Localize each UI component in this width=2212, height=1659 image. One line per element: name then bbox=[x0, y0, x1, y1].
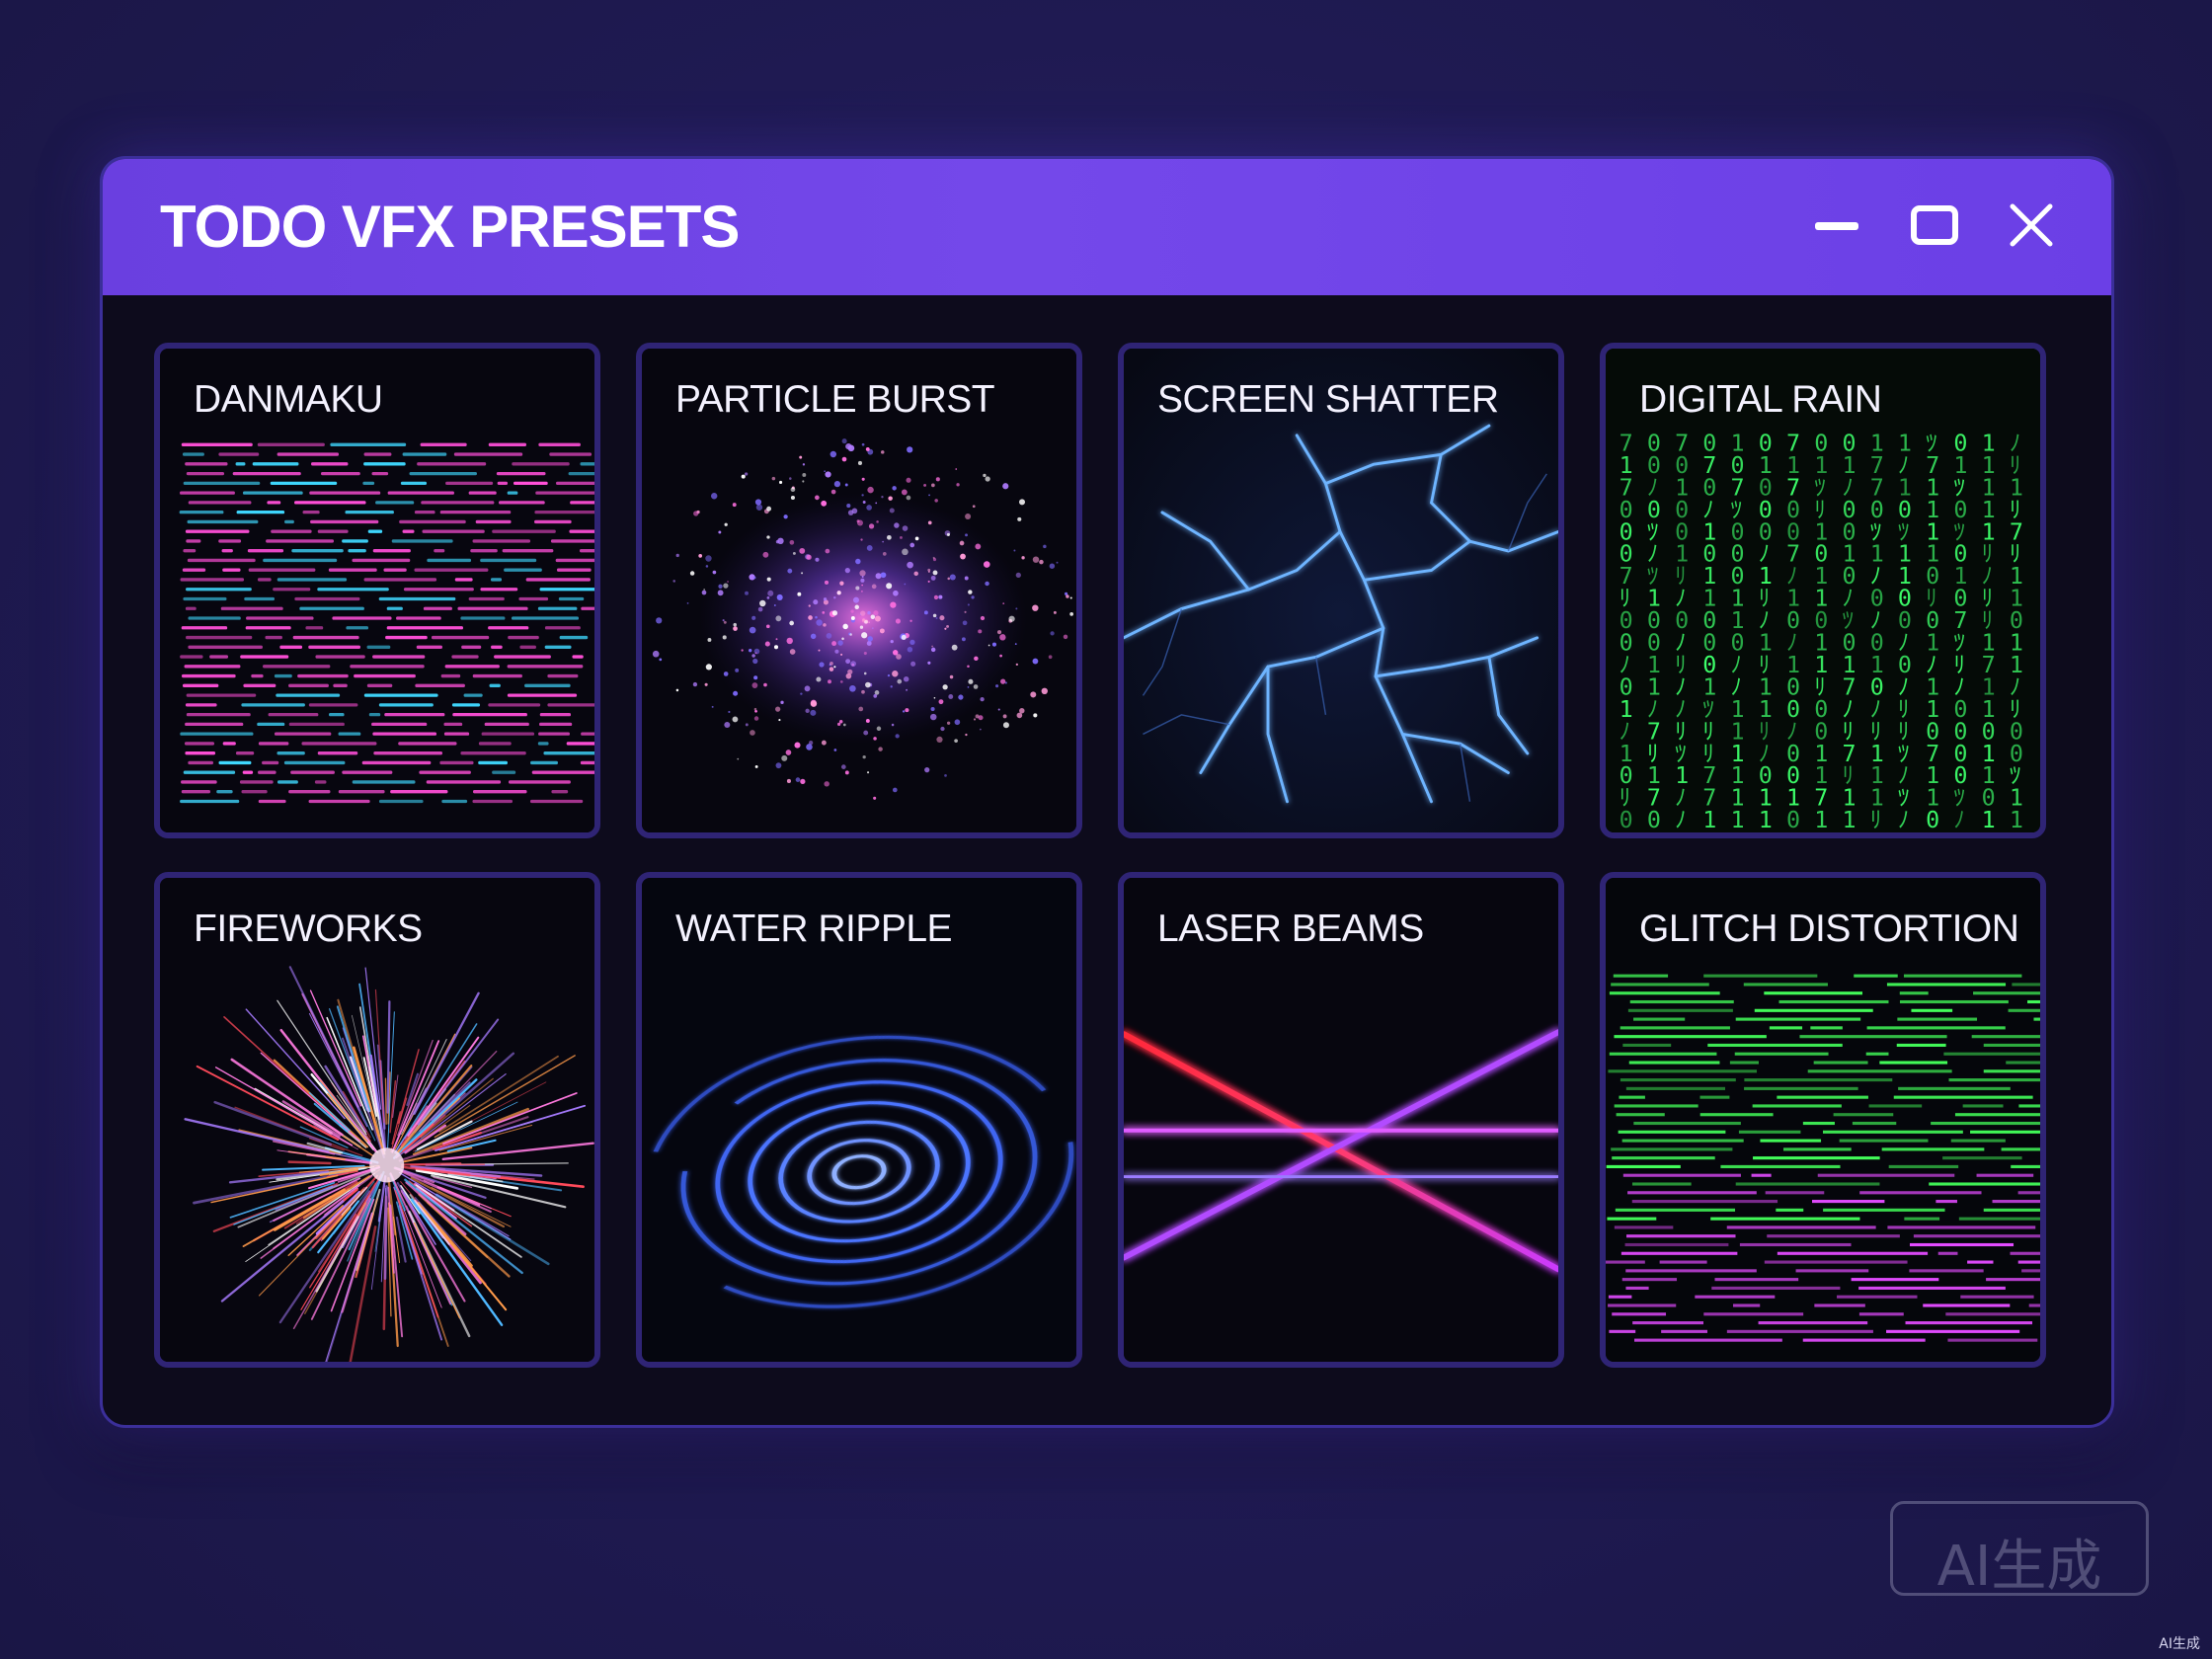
svg-text:1: 1 bbox=[1731, 806, 1745, 832]
preset-card-glitch-distortion[interactable]: GLITCH DISTORTION bbox=[1600, 872, 2046, 1368]
minimize-icon bbox=[1815, 222, 1858, 230]
svg-text:1: 1 bbox=[1842, 806, 1856, 832]
corner-watermark-text: AI生成 bbox=[2159, 1636, 2200, 1652]
svg-text:ﾉ: ﾉ bbox=[1953, 806, 1965, 832]
preset-label: WATER RIPPLE bbox=[675, 908, 953, 950]
svg-text:1: 1 bbox=[1982, 806, 1996, 832]
svg-text:0: 0 bbox=[1926, 806, 1939, 832]
preset-card-screen-shatter[interactable]: SCREEN SHATTER bbox=[1118, 343, 1564, 838]
maximize-icon bbox=[1911, 205, 1958, 245]
maximize-button[interactable] bbox=[1894, 185, 1975, 266]
ai-generated-watermark: AI生成 bbox=[1890, 1501, 2149, 1599]
preset-label: GLITCH DISTORTION bbox=[1639, 908, 2019, 950]
svg-text:ﾉ: ﾉ bbox=[1898, 806, 1910, 832]
svg-text:1: 1 bbox=[2010, 806, 2023, 832]
svg-text:1: 1 bbox=[1814, 806, 1828, 832]
preset-label: DANMAKU bbox=[194, 378, 383, 421]
watermark-text: AI生成 bbox=[1936, 1535, 2102, 1599]
preset-card-particle-burst[interactable]: PARTICLE BURST bbox=[636, 343, 1082, 838]
window-title: TODO VFX PRESETS bbox=[160, 194, 740, 260]
preset-card-water-ripple[interactable]: WATER RIPPLE bbox=[636, 872, 1082, 1368]
svg-text:1: 1 bbox=[1759, 806, 1773, 832]
title-bar[interactable]: TODO VFX PRESETS bbox=[103, 159, 2111, 295]
vfx-presets-window: TODO VFX PRESETS DANMAKU PARTICLE BURST … bbox=[100, 156, 2114, 1428]
close-button[interactable] bbox=[1991, 185, 2072, 266]
preset-label: SCREEN SHATTER bbox=[1157, 378, 1499, 421]
preset-card-laser-beams[interactable]: LASER BEAMS bbox=[1118, 872, 1564, 1368]
preset-card-fireworks[interactable]: FIREWORKS bbox=[154, 872, 600, 1368]
svg-text:1: 1 bbox=[1702, 806, 1716, 832]
svg-text:0: 0 bbox=[1786, 806, 1800, 832]
preset-card-danmaku[interactable]: DANMAKU bbox=[154, 343, 600, 838]
preset-grid: DANMAKU PARTICLE BURST SCREEN SHATTER 7 … bbox=[154, 343, 2064, 1378]
preset-card-digital-rain[interactable]: 70701070011ﾂ01ﾉ1007011117ﾉ711ﾘ7ﾉ10707ﾂﾉ7… bbox=[1600, 343, 2046, 838]
svg-text:0: 0 bbox=[1647, 806, 1661, 832]
preset-label: LASER BEAMS bbox=[1157, 908, 1424, 950]
close-icon bbox=[2010, 203, 2053, 247]
preset-label: FIREWORKS bbox=[194, 908, 423, 950]
minimize-button[interactable] bbox=[1797, 185, 1878, 266]
preset-label: PARTICLE BURST bbox=[675, 378, 995, 421]
preset-label: DIGITAL RAIN bbox=[1639, 378, 1882, 421]
svg-text:ﾘ: ﾘ bbox=[1870, 806, 1882, 832]
svg-text:ﾉ: ﾉ bbox=[1675, 806, 1687, 832]
svg-text:0: 0 bbox=[1620, 806, 1633, 832]
